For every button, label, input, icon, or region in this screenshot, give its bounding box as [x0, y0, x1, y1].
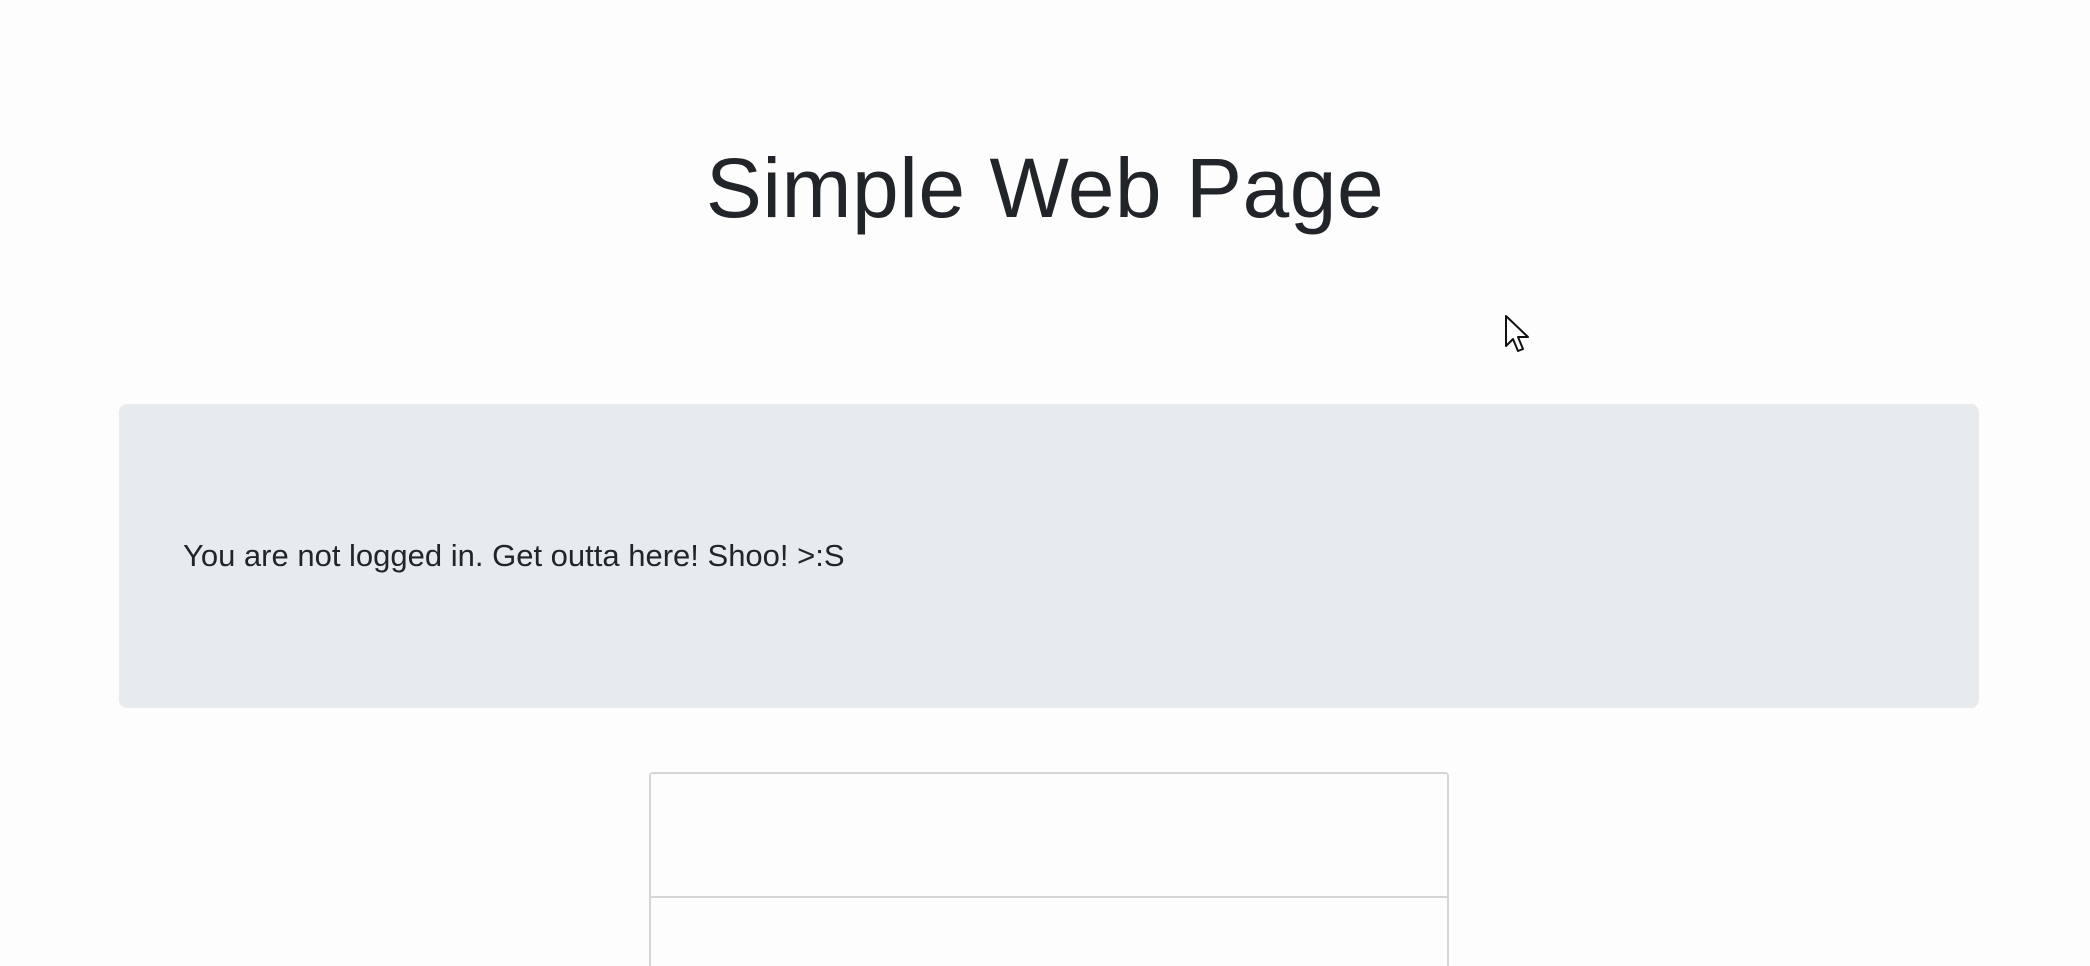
login-card [649, 772, 1449, 966]
login-card-header [651, 774, 1447, 898]
page: Simple Web Page You are not logged in. G… [0, 0, 2090, 966]
login-card-body [651, 898, 1447, 966]
mouse-pointer-icon [1505, 315, 1529, 352]
page-title: Simple Web Page [705, 141, 1385, 235]
not-logged-in-message: You are not logged in. Get outta here! S… [183, 538, 845, 573]
jumbotron: You are not logged in. Get outta here! S… [119, 404, 1979, 708]
